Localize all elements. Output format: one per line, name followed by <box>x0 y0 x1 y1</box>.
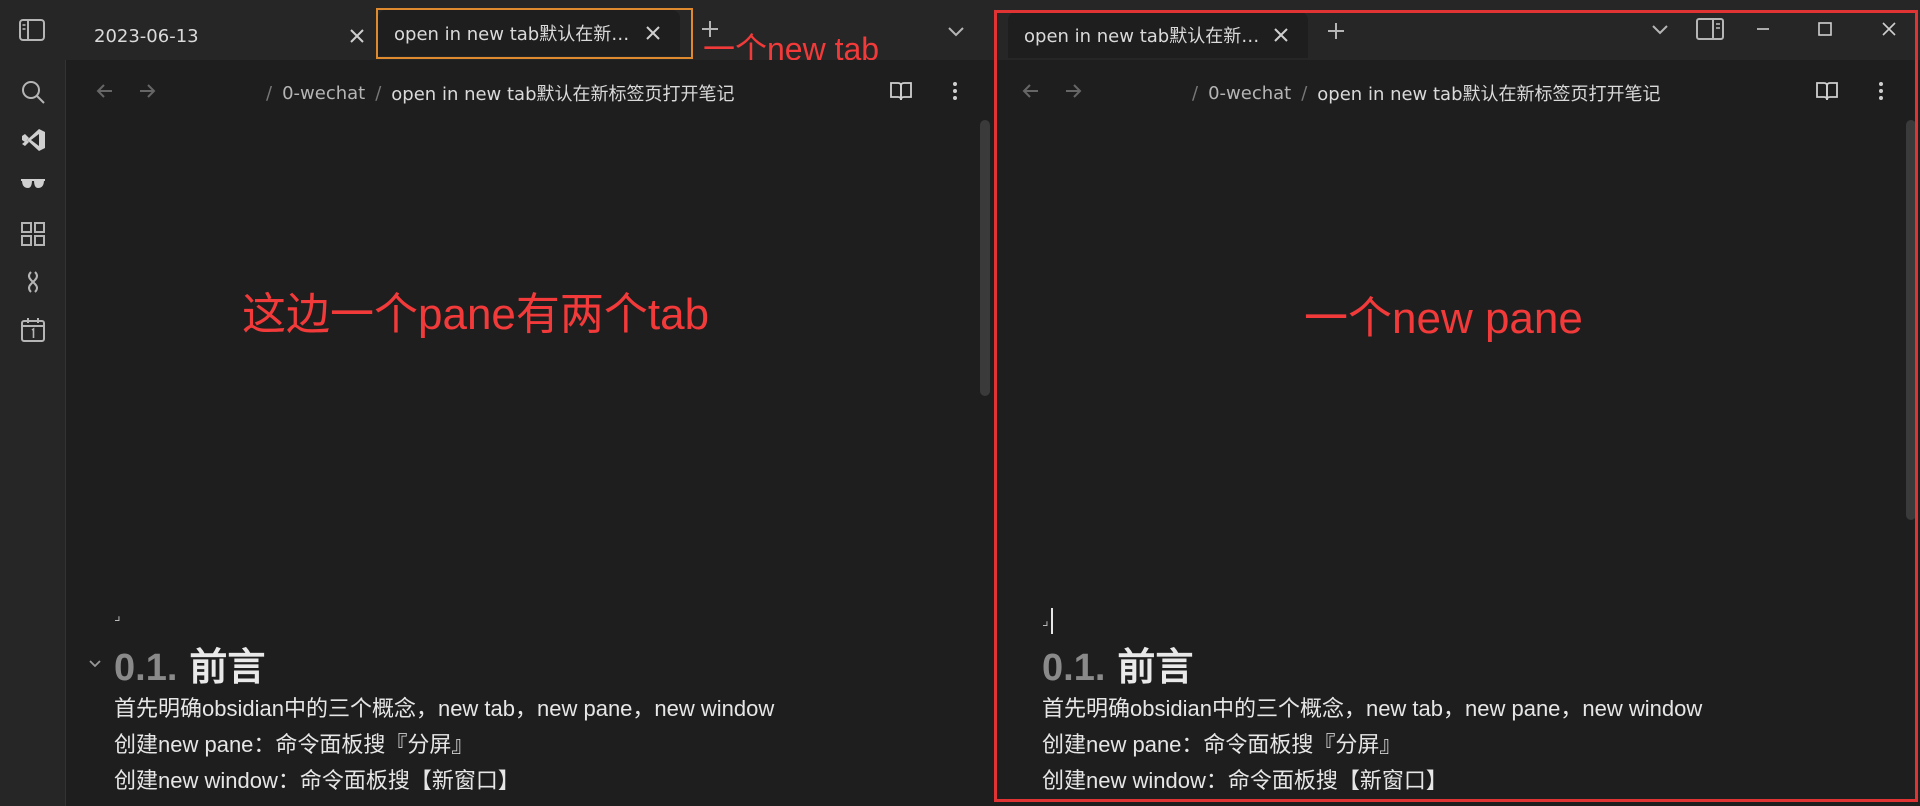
left-ribbon <box>0 60 66 806</box>
more-options-icon[interactable] <box>1868 78 1894 104</box>
annotation-new-pane: 一个new pane <box>1304 294 1583 343</box>
scrollbar[interactable] <box>980 120 990 396</box>
scrollbar[interactable] <box>1906 120 1916 520</box>
maximize-icon[interactable] <box>1812 16 1838 42</box>
search-icon[interactable] <box>19 78 47 106</box>
breadcrumb: / 0-wechat / open in new tab默认在新标签页打开笔记 <box>256 78 735 108</box>
close-icon[interactable] <box>1270 24 1292 46</box>
vscode-icon[interactable] <box>19 126 47 154</box>
left-pane: / 0-wechat / open in new tab默认在新标签页打开笔记 … <box>66 60 994 806</box>
breadcrumb-note[interactable]: open in new tab默认在新标签页打开笔记 <box>1317 80 1660 106</box>
tab-title: 2023-06-13 <box>94 25 199 47</box>
arrow-right-icon[interactable] <box>1060 78 1086 104</box>
heading-text: 前言 <box>189 647 266 689</box>
arrow-left-icon[interactable] <box>1018 78 1044 104</box>
reading-view-icon[interactable] <box>1814 78 1840 104</box>
sidebar-toggle-icon[interactable] <box>18 18 46 42</box>
tab-2023-06-13[interactable]: 2023-06-13 <box>78 13 368 59</box>
heading-text: 前言 <box>1117 647 1194 689</box>
calendar-icon[interactable] <box>19 316 47 344</box>
line-marker: ⌟ <box>114 608 121 624</box>
minimize-icon[interactable] <box>1750 16 1776 42</box>
paragraph: 首先明确obsidian中的三个概念，new tab，new pane，new … <box>114 696 775 721</box>
blocks-icon[interactable] <box>19 220 47 248</box>
left-tab-bar: 2023-06-13 open in new tab默认在新标签页打开笔记 一个… <box>0 0 994 67</box>
chevron-down-icon[interactable] <box>945 20 967 42</box>
reading-view-icon[interactable] <box>888 78 914 104</box>
glasses-icon[interactable] <box>19 172 47 200</box>
close-icon[interactable] <box>1876 16 1902 42</box>
paragraph: 创建new pane：命令面板搜『分屏』 <box>1042 732 1402 757</box>
paragraph: 创建new pane：命令面板搜『分屏』 <box>114 732 474 757</box>
more-options-icon[interactable] <box>942 78 968 104</box>
heading-number: 0.1. <box>114 647 178 689</box>
arrow-left-icon[interactable] <box>92 78 118 104</box>
heading-preface: 0.1. 前言 <box>114 636 954 691</box>
chevron-down-icon[interactable] <box>1649 18 1671 40</box>
breadcrumb-folder[interactable]: 0-wechat <box>1208 83 1291 104</box>
note-content: ⌟ 0.1. 前言 首先明确obsidian中的三个概念，new tab，new… <box>1042 608 1882 799</box>
breadcrumb-folder[interactable]: 0-wechat <box>282 83 365 104</box>
new-tab-highlight-box <box>376 8 693 59</box>
right-pane: / 0-wechat / open in new tab默认在新标签页打开笔记 … <box>994 60 1920 806</box>
paragraph: 创建new window：命令面板搜【新窗口】 <box>1042 768 1448 793</box>
heading-preface: 0.1. 前言 <box>1042 636 1882 691</box>
link-icon[interactable] <box>19 268 47 296</box>
paragraph: 首先明确obsidian中的三个概念，new tab，new pane，new … <box>1042 696 1703 721</box>
line-marker: ⌟ <box>1042 608 1882 634</box>
annotation-left-pane: 这边一个pane有两个tab <box>242 290 710 339</box>
tab-open-in-new-tab-right[interactable]: open in new tab默认在新标签页打开笔记 <box>1008 12 1308 58</box>
breadcrumb-note[interactable]: open in new tab默认在新标签页打开笔记 <box>391 80 734 106</box>
paragraph: 创建new window：命令面板搜【新窗口】 <box>114 768 520 793</box>
close-icon[interactable] <box>346 25 368 47</box>
heading-number: 0.1. <box>1042 647 1106 689</box>
tab-title: open in new tab默认在新标签页打开笔记 <box>1024 26 1260 47</box>
note-content: ⌟ 0.1. 前言 首先明确obsidian中的三个概念，new tab，new… <box>89 608 954 799</box>
arrow-right-icon[interactable] <box>134 78 160 104</box>
breadcrumb: / 0-wechat / open in new tab默认在新标签页打开笔记 <box>1182 78 1661 108</box>
split-view-icon[interactable] <box>1695 16 1725 42</box>
chevron-down-icon[interactable] <box>86 654 104 672</box>
text-cursor <box>1050 608 1053 634</box>
plus-icon[interactable] <box>1325 20 1347 42</box>
